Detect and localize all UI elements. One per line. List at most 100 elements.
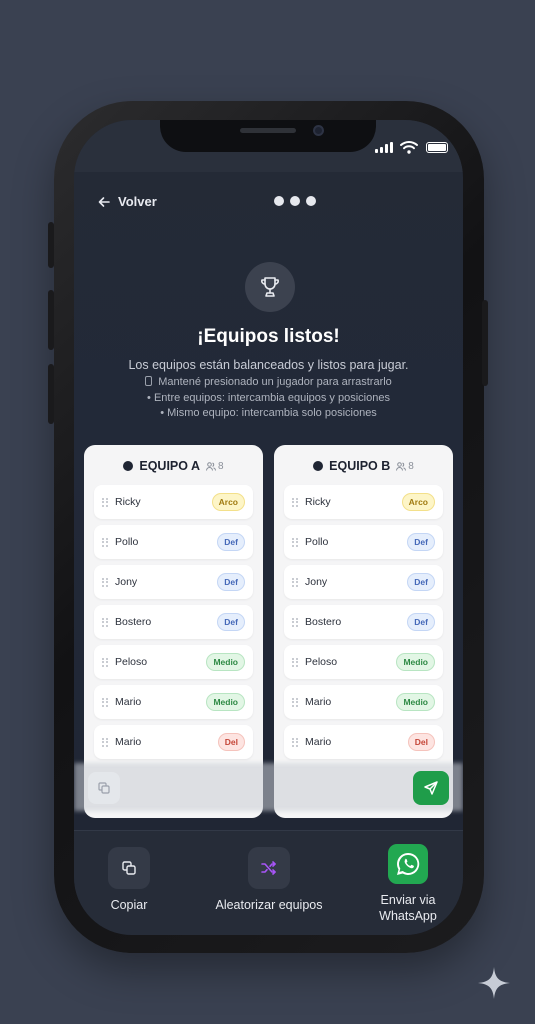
- player-name: Bostero: [305, 616, 342, 628]
- position-badge: Def: [407, 533, 435, 551]
- player-row[interactable]: Peloso Medio: [284, 645, 443, 679]
- player-name: Bostero: [115, 616, 152, 628]
- position-badge: Del: [217, 733, 245, 751]
- wifi-icon: [400, 141, 418, 154]
- bottom-action-bar: Copiar Aleatorizar equipos Enviar via Wha…: [74, 830, 463, 935]
- floating-copy-button[interactable]: [88, 772, 120, 804]
- drag-handle-icon[interactable]: [102, 537, 108, 547]
- whatsapp-label-line1: Enviar via: [380, 893, 436, 907]
- trophy-icon: [261, 277, 279, 297]
- position-badge: Medio: [396, 653, 435, 671]
- position-badge: Def: [407, 573, 435, 591]
- player-row[interactable]: Bostero Def: [94, 605, 253, 639]
- copy-label: Copiar: [110, 898, 148, 912]
- status-bar: [74, 120, 463, 172]
- copy-icon: [98, 782, 110, 794]
- player-row[interactable]: Pollo Def: [94, 525, 253, 559]
- drag-handle-icon[interactable]: [292, 617, 298, 627]
- tip-same-team: • Mismo equipo: intercambia solo posicio…: [160, 407, 377, 419]
- side-button: [48, 222, 54, 268]
- whatsapp-action[interactable]: Enviar via WhatsApp: [366, 844, 450, 924]
- player-name: Ricky: [305, 496, 331, 508]
- phone-emoji-icon: [145, 376, 153, 386]
- position-badge: Arco: [401, 493, 435, 511]
- player-name: Peloso: [305, 656, 338, 668]
- shuffle-button[interactable]: [248, 847, 290, 889]
- users-icon: [396, 461, 407, 471]
- whatsapp-label: Enviar via WhatsApp: [379, 892, 437, 924]
- shuffle-action[interactable]: Aleatorizar equipos: [202, 847, 336, 913]
- player-name: Jony: [115, 576, 138, 588]
- drag-handle-icon[interactable]: [292, 697, 298, 707]
- position-badge: Arco: [211, 493, 245, 511]
- player-name: Mario: [305, 736, 332, 748]
- whatsapp-button[interactable]: [388, 844, 428, 884]
- player-row[interactable]: Jony Def: [284, 565, 443, 599]
- position-badge: Medio: [396, 693, 435, 711]
- drag-handle-icon[interactable]: [102, 617, 108, 627]
- player-name: Pollo: [115, 536, 139, 548]
- side-button: [48, 364, 54, 424]
- position-badge: Def: [217, 573, 245, 591]
- position-badge: Def: [217, 613, 245, 631]
- drag-handle-icon[interactable]: [292, 537, 298, 547]
- arrow-left-icon: [98, 196, 110, 207]
- position-badge: Def: [217, 533, 245, 551]
- team-header: EQUIPO A 8: [84, 459, 263, 473]
- drag-handle-icon[interactable]: [102, 697, 108, 707]
- whatsapp-label-line2: WhatsApp: [379, 909, 437, 923]
- step-dot: [306, 196, 316, 206]
- signal-icon: [375, 142, 393, 153]
- tip-text: Mantené presionado un jugador para arras…: [158, 376, 392, 388]
- player-row[interactable]: Mario Del: [284, 725, 443, 759]
- side-button: [482, 300, 488, 386]
- copy-action[interactable]: Copiar: [100, 847, 158, 913]
- drag-handle-icon[interactable]: [292, 577, 298, 587]
- page-title: ¡Equipos listos!: [197, 326, 340, 347]
- team-count-value: 8: [218, 460, 224, 472]
- player-name: Peloso: [115, 656, 148, 668]
- position-badge: Def: [407, 613, 435, 631]
- drag-handle-icon[interactable]: [292, 657, 298, 667]
- back-label: Volver: [118, 194, 157, 209]
- copy-button[interactable]: [108, 847, 150, 889]
- send-icon: [424, 781, 438, 795]
- step-dot: [274, 196, 284, 206]
- player-row[interactable]: Jony Def: [94, 565, 253, 599]
- player-row[interactable]: Ricky Arco: [94, 485, 253, 519]
- trophy-badge: [245, 262, 295, 312]
- team-count-value: 8: [408, 460, 414, 472]
- app-screen: Volver ¡Equipos listos! Los equipos está…: [74, 120, 463, 935]
- blurred-overlay: [74, 763, 463, 811]
- team-count: 8: [206, 461, 224, 472]
- page-subtitle: Los equipos están balanceados y listos p…: [128, 358, 409, 372]
- player-row[interactable]: Mario Medio: [284, 685, 443, 719]
- drag-tip: Mantené presionado un jugador para arras…: [74, 376, 463, 388]
- drag-handle-icon[interactable]: [102, 657, 108, 667]
- team-dot: [123, 461, 134, 471]
- player-row[interactable]: Mario Del: [94, 725, 253, 759]
- player-name: Mario: [305, 696, 332, 708]
- drag-handle-icon[interactable]: [292, 497, 298, 507]
- drag-handle-icon[interactable]: [102, 497, 108, 507]
- notch: [160, 120, 376, 152]
- speaker: [240, 128, 296, 133]
- back-button[interactable]: Volver: [98, 194, 157, 209]
- player-name: Mario: [115, 736, 142, 748]
- whatsapp-icon: [397, 852, 420, 875]
- send-button[interactable]: [413, 771, 449, 805]
- player-row[interactable]: Peloso Medio: [94, 645, 253, 679]
- users-icon: [206, 461, 217, 471]
- player-row[interactable]: Pollo Def: [284, 525, 443, 559]
- player-name: Jony: [305, 576, 328, 588]
- player-row[interactable]: Mario Medio: [94, 685, 253, 719]
- team-count: 8: [396, 461, 414, 472]
- drag-handle-icon[interactable]: [102, 577, 108, 587]
- drag-handle-icon[interactable]: [102, 737, 108, 747]
- player-name: Mario: [115, 696, 142, 708]
- player-row[interactable]: Bostero Def: [284, 605, 443, 639]
- team-name: EQUIPO A: [139, 459, 201, 473]
- player-name: Pollo: [305, 536, 329, 548]
- player-row[interactable]: Ricky Arco: [284, 485, 443, 519]
- drag-handle-icon[interactable]: [292, 737, 298, 747]
